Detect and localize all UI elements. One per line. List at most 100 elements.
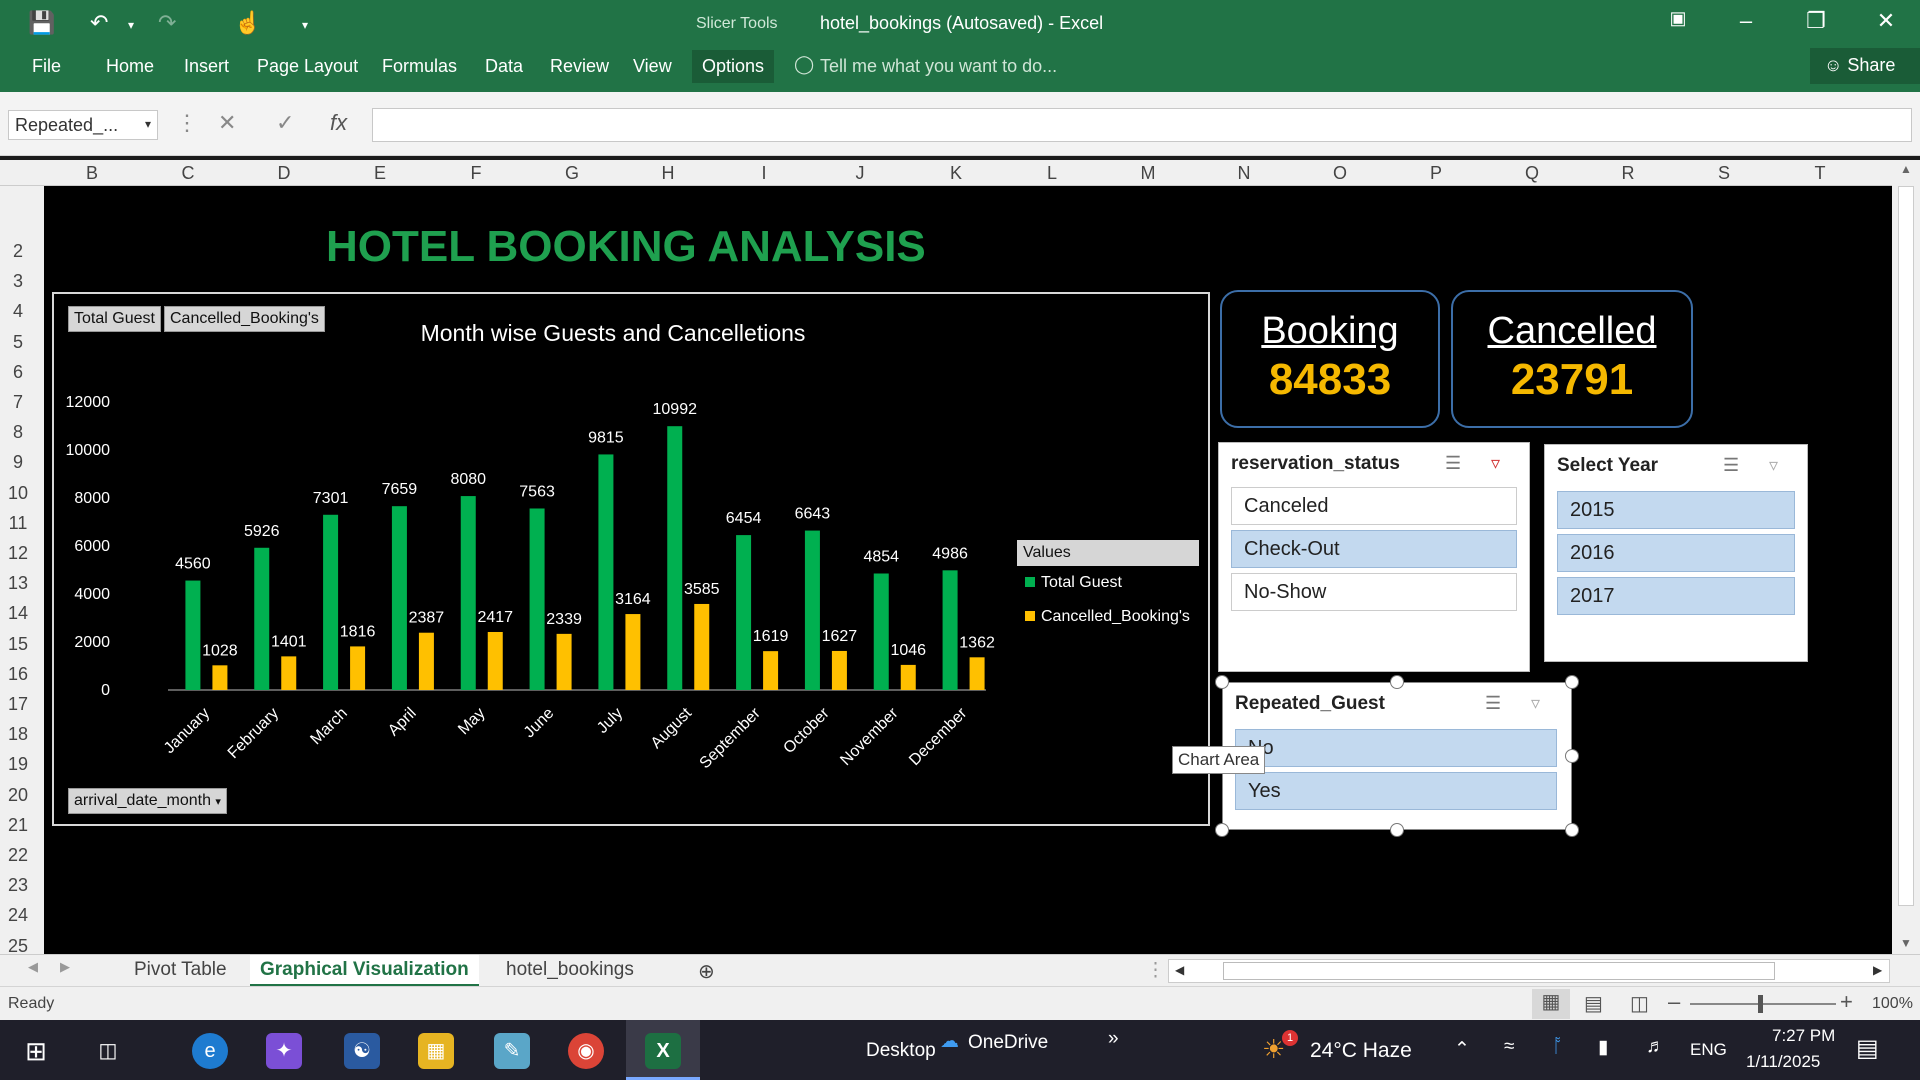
column-header-l[interactable]: L [1004, 163, 1100, 184]
column-header-h[interactable]: H [620, 163, 716, 184]
zoom-slider[interactable] [1690, 1003, 1836, 1005]
zoom-slider-thumb[interactable] [1758, 995, 1763, 1013]
row-header-18[interactable]: 18 [0, 724, 36, 745]
scroll-right-icon[interactable]: ▶ [1873, 963, 1882, 977]
clear-filter-icon[interactable]: ▿ [1491, 453, 1500, 474]
wifi-icon[interactable]: ≈ [1504, 1036, 1514, 1058]
battery-icon[interactable]: ▮ [1598, 1036, 1608, 1059]
resize-handle[interactable] [1565, 823, 1579, 837]
tab-view[interactable]: View [633, 56, 672, 77]
column-header-b[interactable]: B [44, 163, 140, 184]
scroll-down-icon[interactable]: ▼ [1900, 936, 1912, 950]
customize-toolbar-icon[interactable]: ▾ [302, 18, 308, 32]
chevron-up-icon[interactable]: ⌃ [1454, 1038, 1470, 1061]
row-header-12[interactable]: 12 [0, 543, 36, 564]
toolbar-overflow-icon[interactable]: » [1108, 1028, 1119, 1050]
ribbon-display-icon[interactable]: ▣ [1658, 8, 1698, 29]
row-header-20[interactable]: 20 [0, 785, 36, 806]
row-header-8[interactable]: 8 [0, 422, 36, 443]
slicer-item-2015[interactable]: 2015 [1557, 491, 1795, 529]
row-header-9[interactable]: 9 [0, 452, 36, 473]
task-view-icon[interactable]: ◫ [90, 1033, 126, 1069]
column-header-p[interactable]: P [1388, 163, 1484, 184]
tab-review[interactable]: Review [550, 56, 609, 77]
column-header-r[interactable]: R [1580, 163, 1676, 184]
zoom-out-icon[interactable]: – [1668, 989, 1680, 1015]
share-button[interactable]: ☺ Share [1810, 48, 1920, 84]
desktop-toolbar[interactable]: Desktop [866, 1040, 936, 1062]
scroll-right-icon[interactable]: ▶ [60, 959, 70, 975]
excel-taskbar-button[interactable]: X [626, 1020, 700, 1080]
slicer-select-year[interactable]: Select Year ☰ ▿ 2015 2016 2017 [1544, 444, 1808, 662]
zoom-in-icon[interactable]: + [1840, 989, 1853, 1015]
slicer-item-yes[interactable]: Yes [1235, 772, 1557, 810]
column-header-s[interactable]: S [1676, 163, 1772, 184]
row-header-24[interactable]: 24 [0, 905, 36, 926]
column-header-d[interactable]: D [236, 163, 332, 184]
clear-filter-icon[interactable]: ▿ [1531, 693, 1540, 714]
undo-icon[interactable]: ↶ [90, 10, 108, 36]
notepad-icon[interactable]: ✎ [494, 1033, 530, 1069]
bluetooth-icon[interactable]: ᚩ [1552, 1036, 1563, 1058]
slicer-item-check-out[interactable]: Check-Out [1231, 530, 1517, 568]
page-break-view-icon[interactable]: ◫ [1630, 991, 1649, 1016]
multi-select-icon[interactable]: ☰ [1485, 693, 1501, 714]
row-header-10[interactable]: 10 [0, 483, 36, 504]
vertical-scroll-thumb[interactable] [1898, 186, 1914, 906]
minimize-button[interactable]: – [1726, 8, 1766, 34]
row-header-5[interactable]: 5 [0, 332, 36, 353]
row-header-4[interactable]: 4 [0, 301, 36, 322]
slicer-item-no[interactable]: No [1235, 729, 1557, 767]
name-box[interactable]: Repeated_... ▾ [8, 110, 158, 140]
touch-mode-icon[interactable]: ☝ [234, 10, 261, 36]
vertical-scrollbar[interactable]: ▲ ▼ [1892, 160, 1920, 954]
resize-handle[interactable] [1565, 749, 1579, 763]
slicer-repeated-guest[interactable]: Repeated_Guest ☰ ▿ No Yes [1222, 682, 1572, 830]
column-header-c[interactable]: C [140, 163, 236, 184]
weather-text[interactable]: 24°C Haze [1310, 1039, 1412, 1063]
edge-icon[interactable]: e [192, 1033, 228, 1069]
resize-handle[interactable] [1390, 675, 1404, 689]
restore-button[interactable]: ❐ [1796, 8, 1836, 34]
close-button[interactable]: ✕ [1866, 8, 1906, 34]
column-header-n[interactable]: N [1196, 163, 1292, 184]
zoom-level[interactable]: 100% [1872, 995, 1913, 1013]
row-header-15[interactable]: 15 [0, 634, 36, 655]
tell-me-search[interactable]: Tell me what you want to do... [820, 56, 1057, 77]
row-header-23[interactable]: 23 [0, 875, 36, 896]
row-header-2[interactable]: 2 [0, 241, 36, 262]
onedrive-toolbar[interactable]: OneDrive [968, 1032, 1048, 1054]
clock-time[interactable]: 7:27 PM [1772, 1026, 1835, 1046]
clock-date[interactable]: 1/11/2025 [1746, 1052, 1820, 1072]
tab-insert[interactable]: Insert [184, 56, 229, 77]
slicer-item-no-show[interactable]: No-Show [1231, 573, 1517, 611]
resize-handle[interactable] [1215, 823, 1229, 837]
resize-handle[interactable] [1390, 823, 1404, 837]
slicer-item-2016[interactable]: 2016 [1557, 534, 1795, 572]
tab-options[interactable]: Options [692, 50, 775, 83]
row-header-13[interactable]: 13 [0, 573, 36, 594]
scroll-left-icon[interactable]: ◀ [28, 959, 38, 975]
undo-dropdown-icon[interactable]: ▾ [128, 18, 134, 32]
column-header-j[interactable]: J [812, 163, 908, 184]
row-header-21[interactable]: 21 [0, 815, 36, 836]
resize-handle[interactable] [1565, 675, 1579, 689]
column-header-i[interactable]: I [716, 163, 812, 184]
horizontal-scrollbar[interactable]: ◀ ▶ [1168, 959, 1890, 983]
tab-file[interactable]: File [32, 56, 61, 77]
multi-select-icon[interactable]: ☰ [1445, 453, 1461, 474]
column-header-g[interactable]: G [524, 163, 620, 184]
redo-icon[interactable]: ↷ [158, 10, 176, 36]
column-header-m[interactable]: M [1100, 163, 1196, 184]
enter-icon[interactable]: ✓ [276, 110, 294, 136]
row-header-7[interactable]: 7 [0, 392, 36, 413]
notification-center-icon[interactable]: ▤ [1856, 1034, 1879, 1063]
row-header-6[interactable]: 6 [0, 362, 36, 383]
row-header-19[interactable]: 19 [0, 754, 36, 775]
axis-field-button[interactable]: arrival_date_month ▾ [68, 788, 227, 814]
save-icon[interactable]: 💾 [28, 10, 55, 36]
language-indicator[interactable]: ENG [1690, 1040, 1727, 1060]
scroll-left-icon[interactable]: ◀ [1175, 963, 1184, 977]
row-header-17[interactable]: 17 [0, 694, 36, 715]
column-header-t[interactable]: T [1772, 163, 1868, 184]
